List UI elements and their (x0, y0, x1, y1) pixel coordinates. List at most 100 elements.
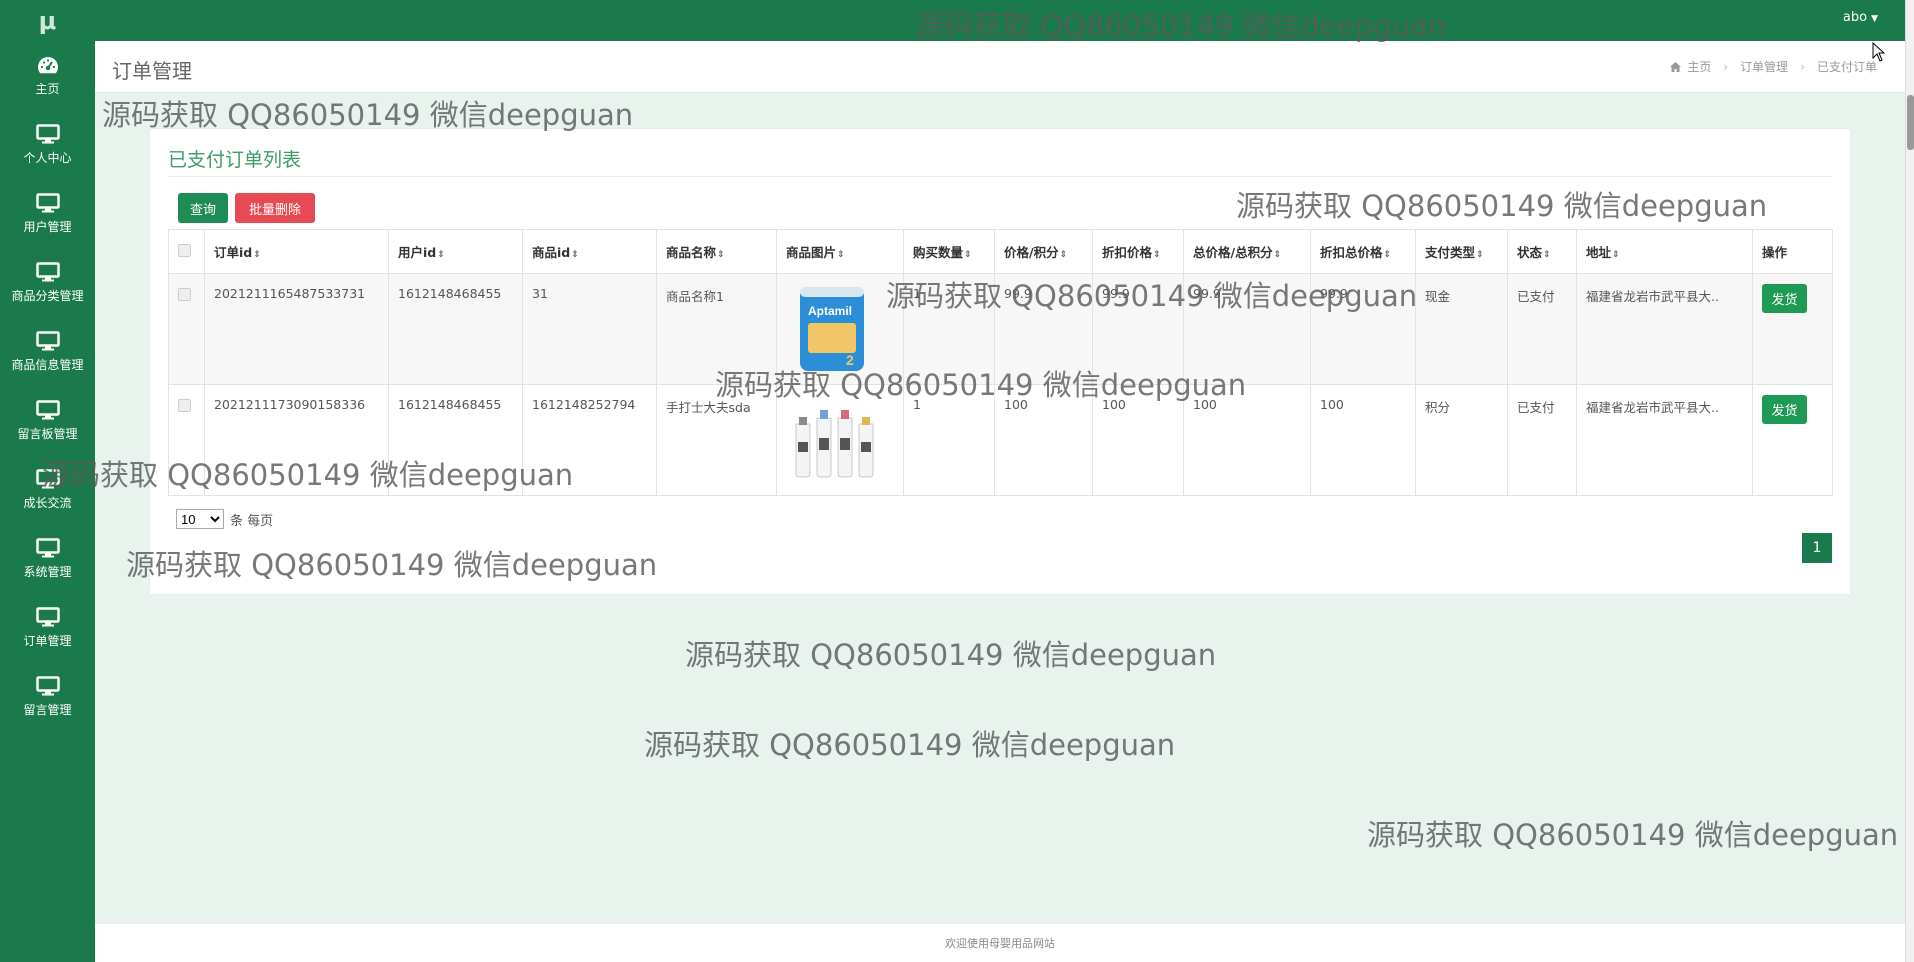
divider (168, 176, 1832, 177)
sort-icon: ⇕ (964, 250, 972, 260)
column-header-quantity[interactable]: 购买数量⇕ (903, 229, 995, 274)
user-menu[interactable]: abo ▼ (1843, 10, 1878, 25)
sidebar-item-category-management[interactable]: 商品分类管理 (0, 248, 95, 317)
order-table: 订单id⇕ 用户id⇕ 商品id⇕ 商品名称⇕ 商品图片⇕ 购买数量⇕ 价格/积… (168, 229, 1833, 496)
page-title: 订单管理 (112, 59, 192, 83)
sidebar-item-label: 个人中心 (23, 150, 72, 165)
ship-button[interactable]: 发货 (1762, 395, 1807, 424)
breadcrumb-separator-icon: › (1800, 59, 1805, 74)
column-header-pay-type[interactable]: 支付类型⇕ (1415, 229, 1508, 274)
column-header-discount-total[interactable]: 折扣总价格⇕ (1310, 229, 1416, 274)
column-header-product-image[interactable]: 商品图片⇕ (776, 229, 904, 274)
monitor-icon (35, 399, 61, 420)
column-header-product-id[interactable]: 商品id⇕ (522, 229, 657, 274)
column-header-label: 购买数量 (913, 245, 964, 260)
column-header-user-id[interactable]: 用户id⇕ (388, 229, 523, 274)
sidebar-item-growth-exchange[interactable]: 成长交流 (0, 455, 95, 524)
page-size-select[interactable]: 10 (176, 509, 224, 529)
sidebar-item-label: 成长交流 (23, 495, 72, 510)
monitor-icon (35, 537, 61, 558)
page-size-suffix: 条 每页 (230, 513, 274, 529)
column-header-label: 商品名称 (666, 245, 717, 260)
sidebar-item-label: 系统管理 (23, 564, 72, 579)
table-header-row: 订单id⇕ 用户id⇕ 商品id⇕ 商品名称⇕ 商品图片⇕ 购买数量⇕ 价格/积… (168, 229, 1833, 274)
footer: 欢迎使用母婴用品网站 (95, 924, 1905, 962)
cell-discount-price: 100 (1092, 384, 1184, 496)
row-select-cell (168, 384, 205, 496)
cell-product-name: 手打士大夫sda (656, 384, 777, 496)
cell-discount-total: 99.9 (1310, 273, 1416, 385)
cell-product-image: Aptamil 2 (776, 273, 904, 385)
column-header-label: 用户id (398, 245, 437, 260)
column-header-discount-price[interactable]: 折扣价格⇕ (1092, 229, 1184, 274)
caret-down-icon: ▼ (1871, 14, 1878, 24)
sidebar-item-label: 用户管理 (23, 219, 72, 234)
select-all-checkbox[interactable] (178, 243, 191, 257)
sidebar-item-label: 商品信息管理 (11, 357, 84, 372)
column-header-price[interactable]: 价格/积分⇕ (994, 229, 1093, 274)
column-header-product-name[interactable]: 商品名称⇕ (656, 229, 777, 274)
cell-quantity: 1 (903, 273, 995, 385)
page-size-control: 10 条 每页 (176, 509, 273, 529)
batch-delete-button[interactable]: 批量删除 (235, 193, 315, 223)
sidebar-item-home[interactable]: 主页 (0, 41, 95, 110)
order-list-card: 已支付订单列表 查询 批量删除 订单id⇕ 用户id⇕ 商品id⇕ 商品名称⇕ … (150, 129, 1850, 594)
home-icon (1670, 61, 1682, 72)
cell-pay-type: 积分 (1415, 384, 1508, 496)
cell-user-id: 1612148468455 (388, 384, 523, 496)
column-header-order-id[interactable]: 订单id⇕ (204, 229, 389, 274)
column-header-label: 商品id (532, 245, 571, 260)
breadcrumb-home[interactable]: 主页 (1687, 58, 1711, 75)
column-header-label: 支付类型 (1425, 245, 1476, 260)
cell-product-image (776, 384, 904, 496)
column-header-label: 地址 (1586, 245, 1612, 260)
cell-discount-price: 99.9 (1092, 273, 1184, 385)
sidebar-item-label: 主页 (35, 81, 60, 96)
column-header-status[interactable]: 状态⇕ (1507, 229, 1577, 274)
sidebar-item-comment-management[interactable]: 留言管理 (0, 662, 95, 731)
sort-icon: ⇕ (1059, 250, 1068, 260)
sidebar-item-user-management[interactable]: 用户管理 (0, 179, 95, 248)
sidebar-item-personal-center[interactable]: 个人中心 (0, 110, 95, 179)
ship-button[interactable]: 发货 (1762, 284, 1807, 313)
column-header-label: 折扣总价格 (1320, 245, 1383, 260)
cell-address: 福建省龙岩市武平县大.. (1576, 384, 1753, 496)
column-header-action: 操作 (1752, 229, 1833, 274)
monitor-icon (35, 606, 61, 627)
sidebar-item-message-board[interactable]: 留言板管理 (0, 386, 95, 455)
cell-discount-total: 100 (1310, 384, 1416, 496)
column-header-label: 总价格/总积分 (1193, 245, 1273, 260)
sort-icon: ⇕ (253, 250, 261, 260)
breadcrumb-current: 已支付订单 (1816, 60, 1877, 74)
monitor-icon (35, 468, 61, 489)
dashboard-icon (35, 55, 61, 75)
scrollbar-thumb[interactable] (1907, 95, 1914, 150)
sidebar-item-product-management[interactable]: 商品信息管理 (0, 317, 95, 386)
sort-icon: ⇕ (571, 250, 579, 260)
scrollbar[interactable] (1905, 0, 1914, 962)
sort-icon: ⇕ (1543, 250, 1551, 260)
column-header-label: 订单id (214, 245, 253, 260)
sort-icon: ⇕ (1383, 250, 1392, 260)
cell-total: 99.9 (1183, 273, 1311, 385)
query-button[interactable]: 查询 (178, 193, 228, 223)
row-select-cell (168, 273, 205, 385)
column-header-address[interactable]: 地址⇕ (1576, 229, 1753, 274)
cell-status: 已支付 (1507, 384, 1577, 496)
column-header-total[interactable]: 总价格/总积分⇕ (1183, 229, 1311, 274)
page-number-button[interactable]: 1 (1802, 533, 1832, 563)
sidebar: 主页 个人中心 用户管理 商品分类管理 商品信息管理 留言板管理 成长交流 系统… (0, 41, 95, 962)
sort-icon: ⇕ (1153, 250, 1161, 260)
watermark: 源码获取 QQ86050149 微信deepguan (685, 638, 1217, 672)
milk-powder-can-image[interactable]: Aptamil 2 (786, 283, 881, 373)
milk-bottles-image[interactable] (786, 394, 881, 484)
page-header: 订单管理 主页 › 订单管理 › 已支付订单 (95, 41, 1905, 93)
row-checkbox[interactable] (178, 288, 191, 301)
sidebar-item-system-management[interactable]: 系统管理 (0, 524, 95, 593)
watermark: 源码获取 QQ86050149 微信deepguan (644, 728, 1176, 762)
svg-text:2: 2 (846, 352, 854, 368)
breadcrumb-section[interactable]: 订单管理 (1740, 58, 1788, 75)
app-logo[interactable]: μ (0, 0, 95, 41)
row-checkbox[interactable] (178, 399, 191, 412)
sidebar-item-order-management[interactable]: 订单管理 (0, 593, 95, 662)
